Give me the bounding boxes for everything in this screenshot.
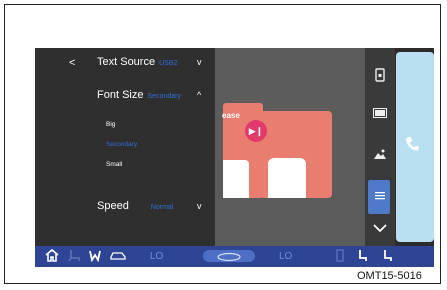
speed-value: Normal: [150, 204, 174, 211]
temp-right-value[interactable]: LO: [279, 251, 292, 262]
seat-icon[interactable]: [68, 249, 82, 265]
climate-bar: LO LO: [35, 246, 434, 267]
chevron-down-icon[interactable]: [373, 224, 387, 235]
media-card-text: ease: [222, 111, 240, 120]
screen: < Text Source USB2 v Font Size Secondary ^…: [35, 48, 434, 267]
play-pause-icon[interactable]: ▶❙: [245, 120, 267, 142]
climate-center-button[interactable]: [203, 250, 255, 262]
phone-icon[interactable]: [405, 136, 419, 155]
phone-bar[interactable]: [396, 52, 434, 242]
seat-heat-right-icon[interactable]: [382, 249, 394, 265]
text-source-label: Text Source: [97, 56, 156, 68]
text-source-chevron-icon[interactable]: v: [197, 57, 202, 67]
seat-heat-icon[interactable]: [335, 249, 345, 265]
speed-row[interactable]: Speed Normal: [97, 200, 173, 212]
back-button[interactable]: <: [69, 57, 75, 69]
fan-icon[interactable]: [88, 249, 102, 265]
usb-icon[interactable]: [373, 68, 387, 85]
text-source-row[interactable]: Text Source USB2: [97, 56, 177, 68]
font-option-small[interactable]: Small: [106, 161, 122, 168]
media-area: ease ▶❙: [215, 48, 365, 246]
speed-label: Speed: [97, 200, 129, 212]
home-icon[interactable]: [45, 248, 59, 265]
font-size-value: Secondary: [147, 93, 181, 100]
temp-left-value[interactable]: LO: [150, 251, 163, 262]
text-icon[interactable]: [373, 190, 387, 205]
media-card-right[interactable]: [260, 111, 332, 198]
car-icon[interactable]: [109, 249, 127, 264]
font-option-big[interactable]: Big: [106, 121, 115, 128]
figure-label: OMT15-5016: [357, 270, 422, 282]
text-source-value: USB2: [159, 60, 178, 67]
text-settings-panel: < Text Source USB2 v Font Size Secondary ^…: [35, 48, 215, 246]
font-size-chevron-icon[interactable]: ^: [197, 90, 201, 100]
film-icon[interactable]: [373, 108, 387, 121]
seat-heat-left-icon[interactable]: [357, 249, 369, 265]
speed-chevron-icon[interactable]: v: [197, 201, 202, 211]
font-option-secondary[interactable]: Secondary: [106, 141, 137, 148]
figure-frame: < Text Source USB2 v Font Size Secondary ^…: [4, 4, 441, 284]
font-size-label: Font Size: [97, 89, 144, 101]
source-icon-column: [365, 48, 395, 246]
font-size-row[interactable]: Font Size Secondary: [97, 89, 181, 101]
image-icon[interactable]: [373, 148, 387, 163]
